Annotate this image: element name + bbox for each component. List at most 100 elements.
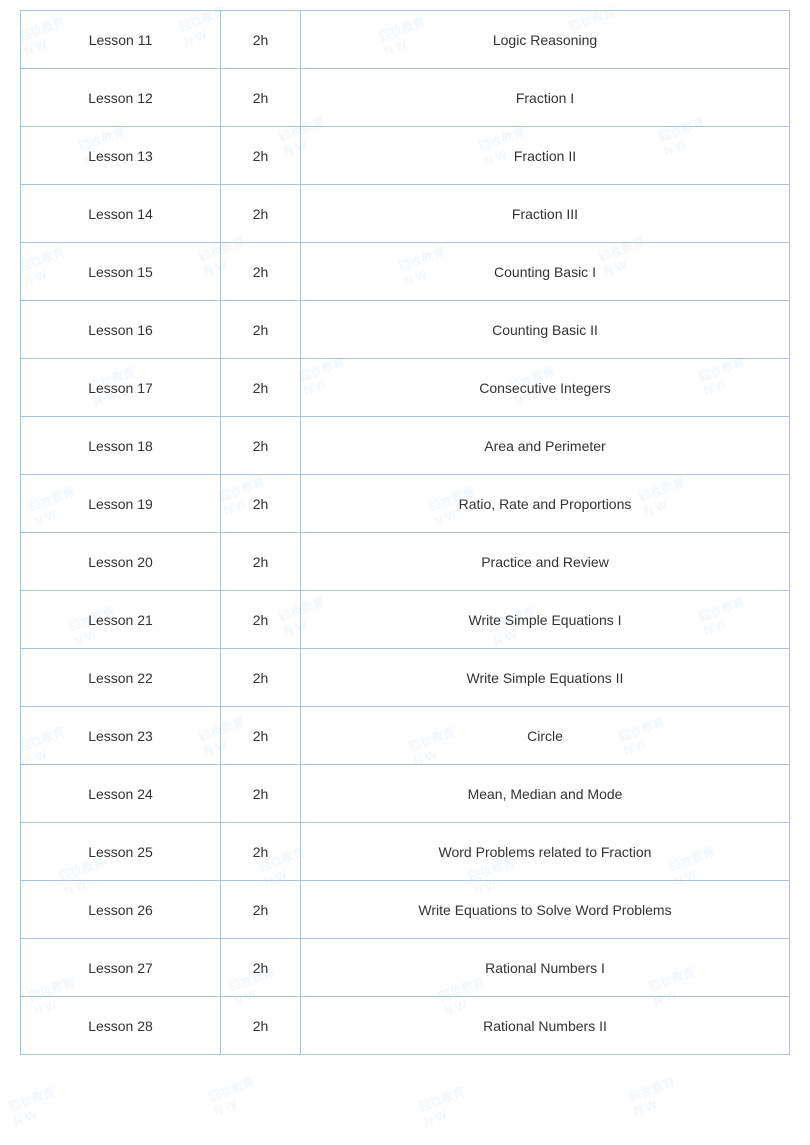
lesson-label: Lesson 27 [88,960,153,976]
table-row: Lesson 14 2h Fraction III [21,185,790,243]
lesson-cell: Lesson 19 [21,475,221,533]
topic-label: Word Problems related to Fraction [439,844,652,860]
duration-label: 2h [253,902,269,918]
duration-cell: 2h [221,533,301,591]
lesson-cell: Lesson 28 [21,997,221,1055]
lesson-label: Lesson 11 [89,32,153,48]
lesson-label: Lesson 20 [88,554,153,570]
topic-cell: Logic Reasoning [301,11,790,69]
duration-cell: 2h [221,11,301,69]
duration-cell: 2h [221,997,301,1055]
duration-label: 2h [253,322,269,338]
lesson-cell: Lesson 17 [21,359,221,417]
duration-cell: 2h [221,69,301,127]
lesson-cell: Lesson 21 [21,591,221,649]
lesson-label: Lesson 28 [88,1018,153,1034]
duration-cell: 2h [221,881,301,939]
topic-cell: Ratio, Rate and Proportions [301,475,790,533]
duration-label: 2h [253,438,269,454]
lesson-label: Lesson 21 [88,612,153,628]
topic-cell: Rational Numbers II [301,997,790,1055]
topic-cell: Fraction II [301,127,790,185]
duration-cell: 2h [221,649,301,707]
lesson-cell: Lesson 24 [21,765,221,823]
topic-label: Fraction I [516,90,574,106]
duration-label: 2h [253,496,269,512]
duration-label: 2h [253,1018,269,1034]
topic-cell: Fraction I [301,69,790,127]
topic-cell: Counting Basic I [301,243,790,301]
topic-label: Fraction III [512,206,578,222]
lesson-label: Lesson 22 [88,670,153,686]
topic-label: Logic Reasoning [493,32,597,48]
duration-label: 2h [253,380,269,396]
lesson-cell: Lesson 20 [21,533,221,591]
topic-label: Practice and Review [481,554,609,570]
lesson-cell: Lesson 26 [21,881,221,939]
duration-cell: 2h [221,823,301,881]
table-row: Lesson 19 2h Ratio, Rate and Proportions [21,475,790,533]
topic-cell: Mean, Median and Mode [301,765,790,823]
duration-cell: 2h [221,939,301,997]
lesson-cell: Lesson 18 [21,417,221,475]
table-row: Lesson 27 2h Rational Numbers I [21,939,790,997]
lesson-cell: Lesson 11 [21,11,221,69]
lesson-cell: Lesson 13 [21,127,221,185]
duration-label: 2h [253,844,269,860]
watermark: 囧妆教育N W [206,1073,262,1119]
topic-cell: Practice and Review [301,533,790,591]
topic-cell: Write Simple Equations II [301,649,790,707]
duration-cell: 2h [221,301,301,359]
topic-cell: Word Problems related to Fraction [301,823,790,881]
lesson-label: Lesson 23 [88,728,153,744]
topic-label: Rational Numbers II [483,1018,607,1034]
lessons-table: Lesson 11 2h Logic Reasoning Lesson 12 [20,10,790,1055]
table-row: Lesson 12 2h Fraction I [21,69,790,127]
topic-label: Counting Basic I [494,264,596,280]
topic-label: Circle [527,728,563,744]
duration-cell: 2h [221,707,301,765]
duration-label: 2h [253,612,269,628]
topic-label: Area and Perimeter [484,438,605,454]
topic-cell: Fraction III [301,185,790,243]
lesson-label: Lesson 25 [88,844,153,860]
topic-cell: Rational Numbers I [301,939,790,997]
lesson-cell: Lesson 23 [21,707,221,765]
duration-label: 2h [253,554,269,570]
lesson-cell: Lesson 16 [21,301,221,359]
table-row: Lesson 20 2h Practice and Review [21,533,790,591]
lesson-label: Lesson 14 [88,206,153,222]
lesson-label: Lesson 26 [88,902,153,918]
topic-cell: Circle [301,707,790,765]
topic-cell: Counting Basic II [301,301,790,359]
topic-label: Rational Numbers I [485,960,605,976]
lesson-label: Lesson 19 [88,496,153,512]
duration-cell: 2h [221,127,301,185]
lesson-label: Lesson 12 [88,90,153,106]
lesson-label: Lesson 24 [88,786,153,802]
lesson-label: Lesson 17 [88,380,153,396]
watermark: 囧妆教育N W [626,1073,682,1119]
table-row: Lesson 17 2h Consecutive Integers [21,359,790,417]
lesson-cell: Lesson 27 [21,939,221,997]
topic-label: Ratio, Rate and Proportions [459,496,632,512]
table-row: Lesson 15 2h Counting Basic I [21,243,790,301]
duration-cell: 2h [221,475,301,533]
duration-cell: 2h [221,765,301,823]
duration-label: 2h [253,960,269,976]
lesson-label: Lesson 15 [88,264,153,280]
duration-label: 2h [253,670,269,686]
topic-label: Mean, Median and Mode [468,786,623,802]
lesson-cell: Lesson 12 [21,69,221,127]
topic-label: Consecutive Integers [479,380,611,396]
topic-label: Fraction II [514,148,576,164]
table-row: Lesson 26 2h Write Equations to Solve Wo… [21,881,790,939]
topic-label: Write Simple Equations II [467,670,624,686]
table-row: Lesson 24 2h Mean, Median and Mode [21,765,790,823]
lesson-cell: Lesson 25 [21,823,221,881]
duration-label: 2h [253,264,269,280]
watermark: 囧妆教育N W [6,1083,62,1129]
table-row: Lesson 28 2h Rational Numbers II [21,997,790,1055]
lesson-label: Lesson 18 [88,438,153,454]
duration-label: 2h [253,32,269,48]
